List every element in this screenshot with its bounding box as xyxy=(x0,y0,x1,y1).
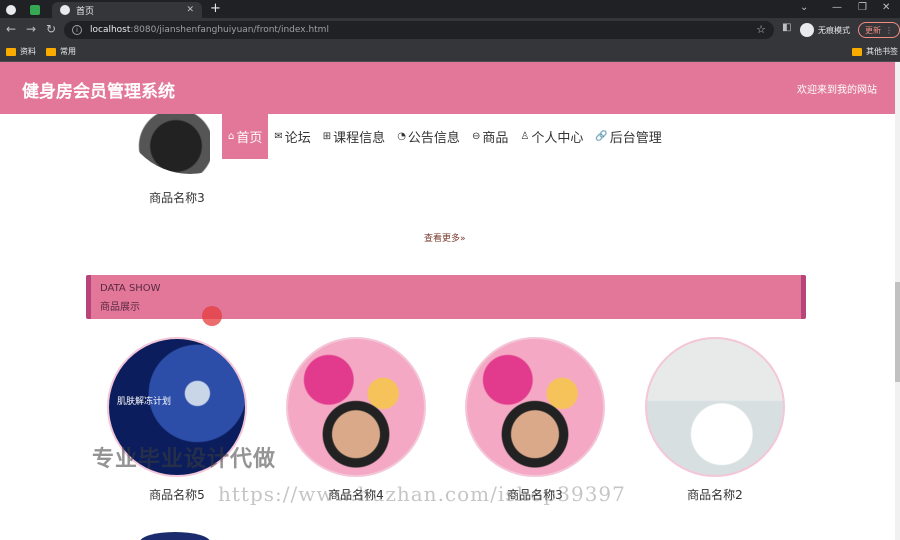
folder-icon xyxy=(46,47,56,56)
restore-icon[interactable]: ❐ xyxy=(858,2,867,13)
site-title: 健身房会员管理系统 xyxy=(22,82,175,102)
nav-label: 论坛 xyxy=(284,131,311,146)
minus-circle-icon: ⊖ xyxy=(471,131,481,142)
globe-icon xyxy=(6,5,16,15)
more-icon: ⋮ xyxy=(885,25,893,35)
forward-icon[interactable]: → xyxy=(26,22,36,36)
address-bar-row: ← → ↻ i localhost:8080/jianshenfanghuiyu… xyxy=(0,18,900,42)
nav-item-admin[interactable]: 🔗 后台管理 xyxy=(589,114,667,159)
nav-item-forum[interactable]: ✉ 论坛 xyxy=(268,114,316,159)
watermark-text: 专业毕业设计代做 xyxy=(92,447,277,472)
url-text: localhost:8080/jianshenfanghuiyuan/front… xyxy=(90,25,329,35)
mail-icon: ✉ xyxy=(274,131,283,142)
new-tab-icon[interactable]: + xyxy=(210,1,221,16)
folder-icon xyxy=(852,47,862,56)
nav-item-notices[interactable]: ◔ 公告信息 xyxy=(391,114,466,159)
home-icon: ⌂ xyxy=(228,131,235,142)
url-input[interactable]: i localhost:8080/jianshenfanghuiyuan/fro… xyxy=(64,21,774,39)
nav-item-products[interactable]: ⊖ 商品 xyxy=(466,114,514,159)
product-image xyxy=(120,114,210,174)
sheets-icon xyxy=(30,5,40,15)
bookmark-label: 其他书签 xyxy=(866,47,898,56)
cursor-highlight xyxy=(202,306,222,326)
folder-icon xyxy=(6,47,16,56)
reload-icon[interactable]: ↻ xyxy=(46,22,56,36)
tab-active[interactable]: 首页 ✕ xyxy=(52,2,202,18)
bookmark-label: 常用 xyxy=(60,47,76,56)
bookmark-folder-1[interactable]: 资料 xyxy=(6,46,36,57)
nav-item-home[interactable]: ⌂ 首页 xyxy=(222,114,269,159)
nav-label: 首页 xyxy=(236,131,263,146)
bookmark-folder-2[interactable]: 常用 xyxy=(46,46,76,57)
section-title-cn: 商品展示 xyxy=(100,302,140,313)
update-label: 更新 xyxy=(865,25,881,35)
section-title-en: DATA SHOW xyxy=(100,283,161,294)
nav-label: 商品 xyxy=(482,131,509,146)
bookmarks-bar: 资料 常用 其他书签 xyxy=(0,42,900,62)
clock-icon: ◔ xyxy=(397,131,406,142)
section-banner: DATA SHOW 商品展示 xyxy=(86,275,806,319)
close-icon[interactable]: ✕ xyxy=(186,5,194,15)
back-icon[interactable]: ← xyxy=(6,22,16,36)
incognito-indicator[interactable]: 无痕模式 xyxy=(800,23,850,37)
product-image-partial[interactable] xyxy=(120,114,210,174)
minimize-icon[interactable]: — xyxy=(832,2,842,13)
info-icon[interactable]: i xyxy=(72,25,82,35)
nav-label: 公告信息 xyxy=(407,131,460,146)
main-nav: ⌂ 首页 ✉ 论坛 ⊞ 课程信息 ◔ 公告信息 ⊖ 商品 ♙ 个人中心 🔗 后台… xyxy=(222,114,668,159)
product-image-partial[interactable] xyxy=(140,532,210,540)
grid-icon: ⊞ xyxy=(322,131,332,142)
chevron-down-icon[interactable]: ⌄ xyxy=(800,2,808,13)
nav-label: 个人中心 xyxy=(531,131,584,146)
close-window-icon[interactable]: ✕ xyxy=(882,2,890,13)
product-name[interactable]: 商品名称3 xyxy=(107,189,247,206)
product-image[interactable] xyxy=(286,337,426,477)
scroll-thumb[interactable] xyxy=(895,282,900,382)
sidebar-icon[interactable]: ◧ xyxy=(782,22,791,33)
watermark-url: https://www.huzhan.com/ishop39397 xyxy=(218,482,626,506)
incognito-label: 无痕模式 xyxy=(818,25,850,35)
product-image[interactable] xyxy=(645,337,785,477)
incognito-icon xyxy=(800,23,814,37)
site-header: 健身房会员管理系统 欢迎来到我的网站 xyxy=(0,62,895,114)
tab-title: 首页 xyxy=(76,6,95,17)
product-name[interactable]: 商品名称2 xyxy=(645,486,785,503)
product-image[interactable] xyxy=(465,337,605,477)
globe-icon xyxy=(60,5,70,15)
tab-inactive-2[interactable] xyxy=(30,2,40,18)
update-button[interactable]: 更新 ⋮ xyxy=(858,22,900,38)
tab-inactive-1[interactable] xyxy=(6,2,16,18)
nav-label: 课程信息 xyxy=(333,131,386,146)
bookmark-label: 资料 xyxy=(20,47,36,56)
nav-label: 后台管理 xyxy=(609,131,662,146)
star-icon[interactable]: ☆ xyxy=(756,23,766,36)
welcome-text: 欢迎来到我的网站 xyxy=(797,85,877,96)
nav-item-profile[interactable]: ♙ 个人中心 xyxy=(514,114,589,159)
user-icon: ♙ xyxy=(520,131,530,142)
page-scrollbar[interactable] xyxy=(895,62,900,540)
product-image-text: 肌肤解冻计划 xyxy=(117,397,172,407)
other-bookmarks[interactable]: 其他书签 xyxy=(852,46,898,57)
browser-tab-bar: 首页 ✕ + ⌄ — ❐ ✕ xyxy=(0,0,900,18)
more-link[interactable]: 查看更多» xyxy=(424,231,466,244)
nav-item-courses[interactable]: ⊞ 课程信息 xyxy=(317,114,391,159)
link-icon: 🔗 xyxy=(595,131,608,142)
